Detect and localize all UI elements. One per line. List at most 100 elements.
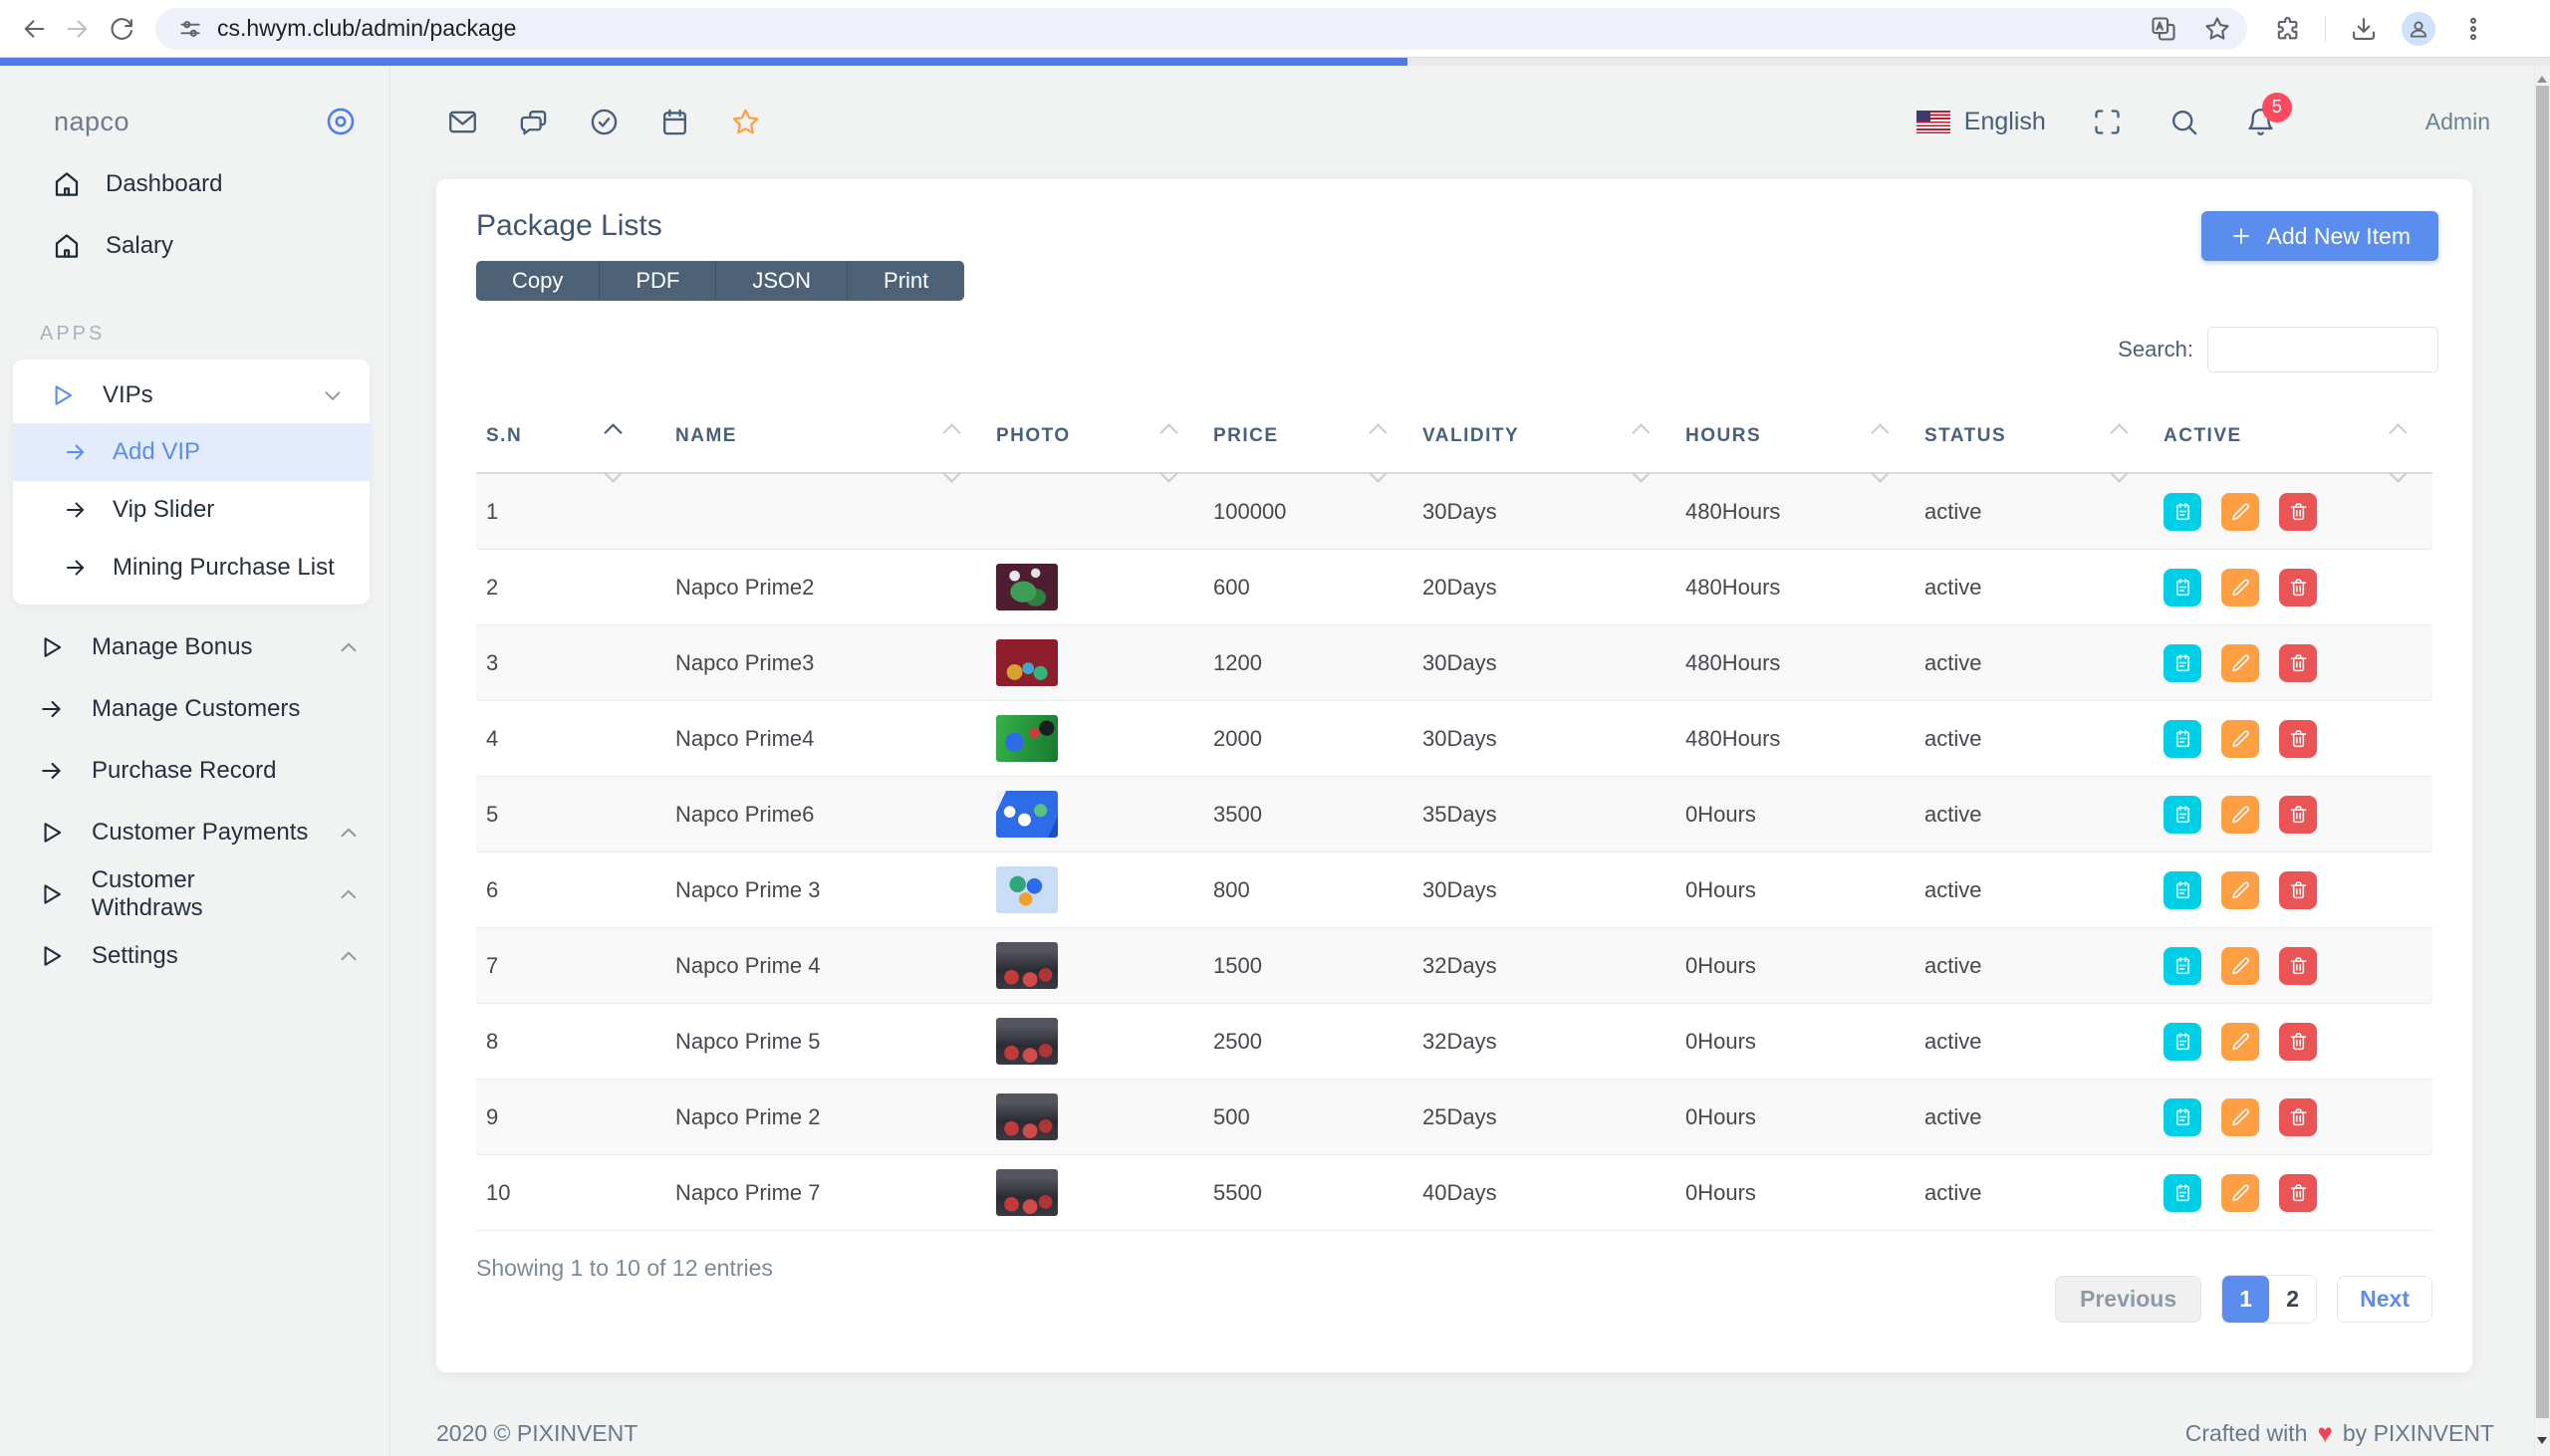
column-header-status[interactable]: STATUS (1914, 400, 2154, 472)
sidebar-item-manage-customers[interactable]: Manage Customers (0, 678, 389, 740)
details-button[interactable] (2164, 720, 2201, 758)
extensions-icon[interactable] (2273, 15, 2301, 43)
clipboard-icon (2172, 1031, 2193, 1052)
email-icon[interactable] (447, 107, 478, 137)
details-button[interactable] (2164, 947, 2201, 985)
menu-pin-toggle-icon[interactable] (324, 105, 358, 138)
details-button[interactable] (2164, 493, 2201, 531)
chat-icon[interactable] (518, 107, 549, 137)
delete-button[interactable] (2279, 720, 2317, 758)
edit-button[interactable] (2221, 493, 2259, 531)
notifications-bell-icon[interactable]: 5 (2245, 107, 2276, 137)
column-header-photo[interactable]: PHOTO (986, 400, 1203, 472)
sort-asc-icon[interactable] (1871, 423, 1889, 441)
edit-button[interactable] (2221, 1023, 2259, 1061)
sidebar-item-salary[interactable]: Salary (0, 215, 389, 277)
sidebar-group-manage-bonus[interactable]: Manage Bonus (0, 616, 389, 678)
details-button[interactable] (2164, 569, 2201, 607)
edit-button[interactable] (2221, 569, 2259, 607)
edit-button[interactable] (2221, 871, 2259, 909)
table-row: 9 Napco Prime 2 500 25Days 0Hours active (476, 1080, 2432, 1155)
sort-asc-icon[interactable] (1369, 423, 1387, 441)
edit-button[interactable] (2221, 1098, 2259, 1136)
details-button[interactable] (2164, 1174, 2201, 1212)
delete-button[interactable] (2279, 1098, 2317, 1136)
edit-button[interactable] (2221, 644, 2259, 682)
sidebar-item-vip-slider[interactable]: Vip Slider (13, 481, 370, 539)
column-header-hours[interactable]: HOURS (1675, 400, 1914, 472)
delete-button[interactable] (2279, 1174, 2317, 1212)
pdf-button[interactable]: PDF (600, 261, 716, 301)
scroll-down-arrow[interactable] (2537, 1437, 2547, 1449)
details-button[interactable] (2164, 1098, 2201, 1136)
details-button[interactable] (2164, 871, 2201, 909)
plus-icon (2229, 224, 2253, 248)
delete-button[interactable] (2279, 871, 2317, 909)
cell-status: active (1914, 650, 2154, 676)
column-header-price[interactable]: PRICE (1203, 400, 1412, 472)
previous-page-button[interactable]: Previous (2055, 1276, 2201, 1323)
sidebar-group-customer-payments[interactable]: Customer Payments (0, 802, 389, 863)
sort-asc-icon[interactable] (942, 423, 960, 441)
search-icon[interactable] (2168, 107, 2199, 137)
details-button[interactable] (2164, 1023, 2201, 1061)
delete-button[interactable] (2279, 493, 2317, 531)
favorites-star-icon[interactable] (730, 107, 761, 137)
scroll-up-arrow[interactable] (2537, 71, 2547, 83)
print-button[interactable]: Print (848, 261, 964, 301)
sort-asc-icon[interactable] (604, 423, 622, 441)
sidebar-item-dashboard[interactable]: Dashboard (0, 153, 389, 215)
column-header-validity[interactable]: VALIDITY (1412, 400, 1675, 472)
sidebar-group-vips[interactable]: VIPs (13, 367, 370, 423)
package-photo (996, 1169, 1058, 1216)
downloads-icon[interactable] (2350, 15, 2378, 43)
edit-button[interactable] (2221, 796, 2259, 834)
details-button[interactable] (2164, 644, 2201, 682)
edit-button[interactable] (2221, 947, 2259, 985)
page-2-button[interactable]: 2 (2269, 1276, 2316, 1323)
translate-icon[interactable] (2150, 15, 2177, 43)
next-page-button[interactable]: Next (2337, 1276, 2432, 1323)
browser-reload-button[interactable] (100, 7, 143, 51)
calendar-icon[interactable] (659, 107, 690, 137)
column-header-name[interactable]: NAME (665, 400, 986, 472)
delete-button[interactable] (2279, 569, 2317, 607)
edit-button[interactable] (2221, 720, 2259, 758)
profile-avatar[interactable] (2402, 12, 2435, 46)
delete-button[interactable] (2279, 1023, 2317, 1061)
sidebar-group-customer-withdraws[interactable]: Customer Withdraws (0, 863, 389, 925)
fullscreen-icon[interactable] (2092, 107, 2123, 137)
sort-asc-icon[interactable] (2110, 423, 2128, 441)
browser-back-button[interactable] (12, 7, 56, 51)
address-bar[interactable]: cs.hwym.club/admin/package (155, 8, 2247, 50)
delete-button[interactable] (2279, 644, 2317, 682)
todo-check-icon[interactable] (589, 107, 620, 137)
sidebar-item-purchase-record[interactable]: Purchase Record (0, 740, 389, 802)
json-button[interactable]: JSON (716, 261, 848, 301)
sidebar-item-mining-purchase-list[interactable]: Mining Purchase List (13, 539, 370, 597)
user-menu[interactable]: Admin (2425, 109, 2490, 135)
sort-asc-icon[interactable] (1632, 423, 1650, 441)
search-input[interactable] (2207, 327, 2438, 372)
delete-button[interactable] (2279, 947, 2317, 985)
page-scrollbar[interactable] (2534, 66, 2550, 1456)
edit-button[interactable] (2221, 1174, 2259, 1212)
column-header-active[interactable]: ACTIVE (2154, 400, 2432, 472)
add-new-item-button[interactable]: Add New Item (2201, 211, 2438, 261)
browser-forward-button[interactable] (56, 7, 100, 51)
copy-button[interactable]: Copy (476, 261, 600, 301)
scrollbar-thumb[interactable] (2536, 86, 2549, 1418)
browser-menu-icon[interactable] (2459, 15, 2487, 43)
url-text[interactable]: cs.hwym.club/admin/package (217, 15, 516, 42)
site-settings-icon[interactable] (177, 16, 203, 42)
details-button[interactable] (2164, 796, 2201, 834)
sort-asc-icon[interactable] (1159, 423, 1177, 441)
delete-button[interactable] (2279, 796, 2317, 834)
sidebar-group-settings[interactable]: Settings (0, 925, 389, 987)
column-header-sn[interactable]: S.N (476, 400, 665, 472)
sidebar-item-add-vip[interactable]: Add VIP (13, 423, 370, 481)
bookmark-star-icon[interactable] (2203, 15, 2231, 43)
language-selector[interactable]: English (1964, 108, 2046, 136)
sort-asc-icon[interactable] (2389, 423, 2407, 441)
page-1-button[interactable]: 1 (2222, 1276, 2269, 1323)
